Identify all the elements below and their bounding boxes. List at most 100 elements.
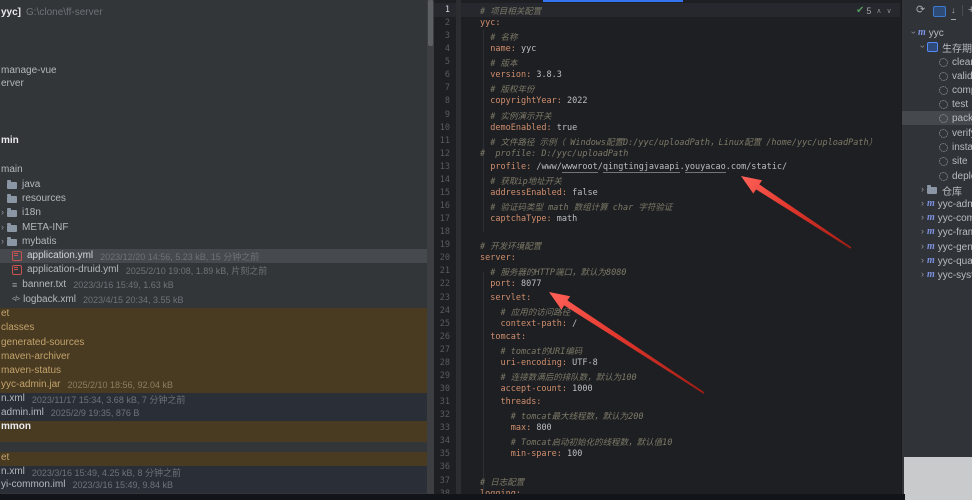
maven-row-生存期[interactable]: ›生存期: [921, 40, 972, 54]
tree-row-min[interactable]: min: [1, 134, 19, 148]
maven-row-yyc-common[interactable]: ›myyc-common: [921, 211, 972, 225]
chevron-right-icon[interactable]: ›: [1, 237, 4, 246]
maven-row-deploy[interactable]: deploy: [939, 169, 972, 183]
project-panel-scrollbar-thumb[interactable]: [428, 0, 433, 46]
key-token: port:: [490, 279, 516, 289]
value-token: [480, 85, 490, 95]
code-text: min-spare: 100: [480, 449, 582, 459]
line-number: 26: [434, 332, 450, 342]
tree-row-generated-sources[interactable]: generated-sources: [1, 336, 84, 350]
tree-row-i18n[interactable]: ›i18n: [1, 206, 41, 220]
maven-row-yyc-generator[interactable]: ›myyc-generator: [921, 240, 972, 254]
code-line: 32 # tomcat最大线程数，默认为200: [434, 409, 900, 423]
tree-row-et[interactable]: et: [1, 307, 9, 321]
code-text: # 文件路径 示例（ Windows配置D:/yyc/uploadPath，Li…: [480, 136, 877, 148]
tree-row-label: et: [1, 307, 9, 321]
folder-icon: [7, 225, 17, 232]
next-problem-icon[interactable]: ∨: [887, 7, 892, 15]
maven-row-仓库[interactable]: ›仓库: [921, 183, 962, 197]
tree-row-label: java: [22, 178, 40, 192]
tree-row-meta-inf[interactable]: ›META-INF: [1, 221, 68, 235]
maven-row-site[interactable]: site: [939, 154, 968, 168]
chevron-down-icon[interactable]: ›: [909, 31, 918, 34]
tree-row-mmon[interactable]: mmon: [1, 420, 31, 434]
value-token: [480, 279, 490, 289]
chevron-right-icon[interactable]: ›: [921, 270, 924, 279]
refresh-maven-icon[interactable]: ⟳: [916, 4, 925, 17]
tree-row-logback-xml[interactable]: </>logback.xml2023/4/15 20:34, 3.55 kB: [12, 293, 184, 307]
maven-row-yyc-quartz[interactable]: ›myyc-quartz: [921, 254, 972, 268]
chevron-right-icon[interactable]: ›: [1, 223, 4, 232]
code-text: # 开发环境配置: [480, 240, 541, 252]
maven-row-label: compile: [952, 85, 972, 96]
chevron-right-icon[interactable]: ›: [921, 256, 924, 265]
chevron-right-icon[interactable]: ›: [921, 213, 924, 222]
code-line: 6 version: 3.8.3: [434, 69, 900, 83]
chevron-right-icon[interactable]: ›: [921, 227, 924, 236]
tree-row-et[interactable]: et: [1, 451, 9, 465]
line-number: 34: [434, 436, 450, 446]
maven-row-install[interactable]: install: [939, 140, 972, 154]
tree-row-application-druid-yml[interactable]: application-druid.yml2025/2/10 19:08, 1.…: [12, 263, 267, 277]
inspections-widget[interactable]: ✔ 5 ∧ ∨: [856, 4, 892, 17]
download-sources-icon[interactable]: ↓: [951, 6, 956, 20]
tree-row-n-xml[interactable]: n.xml2023/3/16 15:49, 4.25 kB, 8 分钟之前: [1, 465, 181, 479]
maven-row-yyc-admin[interactable]: ›myyc-admin: [921, 197, 972, 211]
value-token: qingtingjavaapi: [603, 162, 680, 173]
maven-row-compile[interactable]: compile: [939, 83, 972, 97]
tree-row-mybatis[interactable]: ›mybatis: [1, 235, 56, 249]
chevron-right-icon[interactable]: ›: [921, 242, 924, 251]
maven-row-validate[interactable]: validate: [939, 69, 972, 83]
value-token: [480, 188, 490, 198]
tree-row-label: n.xml: [1, 392, 25, 406]
project-path: G:\clone\ff-server: [26, 7, 103, 18]
maven-row-yyc[interactable]: ›myyc: [912, 26, 944, 40]
tree-row-label: generated-sources: [1, 336, 84, 350]
key-token: accept-count:: [500, 384, 567, 394]
code-line: 17 captchaType: math: [434, 213, 900, 227]
background-band: [0, 421, 427, 442]
value-token: 8077: [516, 279, 542, 289]
line-number: 5: [434, 57, 450, 67]
chevron-right-icon[interactable]: ›: [1, 208, 4, 217]
tree-row-maven-archiver[interactable]: maven-archiver: [1, 350, 70, 364]
editor[interactable]: 1# 项目相关配置2yyc:3 # 名称4 name: yyc5 # 版本6 v…: [434, 0, 900, 500]
tree-row-label: application-druid.yml: [27, 263, 119, 277]
tree-row-maven-status[interactable]: maven-status: [1, 364, 61, 378]
line-number: 32: [434, 410, 450, 420]
maven-row-test[interactable]: test: [939, 97, 968, 111]
maven-row-verify[interactable]: verify: [939, 126, 972, 140]
maven-row-yyc-system[interactable]: ›myyc-system: [921, 268, 972, 282]
key-token: context-path:: [500, 319, 567, 329]
tree-row-yyc-admin-jar[interactable]: yyc-admin.jar2025/2/10 18:56, 92.04 kB: [1, 378, 173, 392]
maven-row-package[interactable]: package: [939, 111, 972, 125]
line-number: 30: [434, 384, 450, 394]
maven-row-label: site: [952, 156, 968, 167]
code-text: servlet:: [480, 293, 531, 303]
maven-row-clean[interactable]: clean: [939, 55, 972, 69]
tree-row-erver[interactable]: erver: [1, 77, 24, 91]
tree-row-yi-common-iml[interactable]: yi-common.iml2023/3/16 15:49, 9.84 kB: [1, 478, 173, 492]
tree-row-application-yml[interactable]: application.yml2023/12/20 14:56, 5.23 kB…: [12, 249, 259, 263]
comment-token: # 开发环境配置: [480, 242, 541, 252]
prev-problem-icon[interactable]: ∧: [876, 7, 881, 15]
maven-row-yyc-framework[interactable]: ›myyc-framework: [921, 225, 972, 239]
line-number: 9: [434, 110, 450, 120]
tree-row-main[interactable]: main: [1, 163, 23, 177]
chevron-down-icon[interactable]: ›: [918, 45, 927, 48]
chevron-right-icon[interactable]: ›: [921, 185, 924, 194]
project-panel-scrollbar[interactable]: [427, 0, 434, 500]
line-number: 33: [434, 423, 450, 433]
value-token: [480, 384, 500, 394]
tree-row-java[interactable]: java: [7, 178, 40, 192]
tree-row-admin-iml[interactable]: admin.iml2025/2/9 19:35, 876 B: [1, 406, 139, 420]
tree-row-banner-txt[interactable]: ≡banner.txt2023/3/16 15:49, 1.63 kB: [12, 278, 174, 292]
chevron-right-icon[interactable]: ›: [921, 199, 924, 208]
comment-token: # 名称: [490, 33, 517, 43]
add-maven-project-icon[interactable]: +: [968, 4, 972, 17]
modules-icon[interactable]: [933, 6, 946, 17]
tree-row-resources[interactable]: resources: [7, 192, 66, 206]
tree-row-classes[interactable]: classes: [1, 321, 34, 335]
tree-row-n-xml[interactable]: n.xml2023/11/17 15:34, 3.68 kB, 7 分钟之前: [1, 392, 185, 406]
tree-row-manage-vue[interactable]: manage-vue: [1, 64, 57, 78]
